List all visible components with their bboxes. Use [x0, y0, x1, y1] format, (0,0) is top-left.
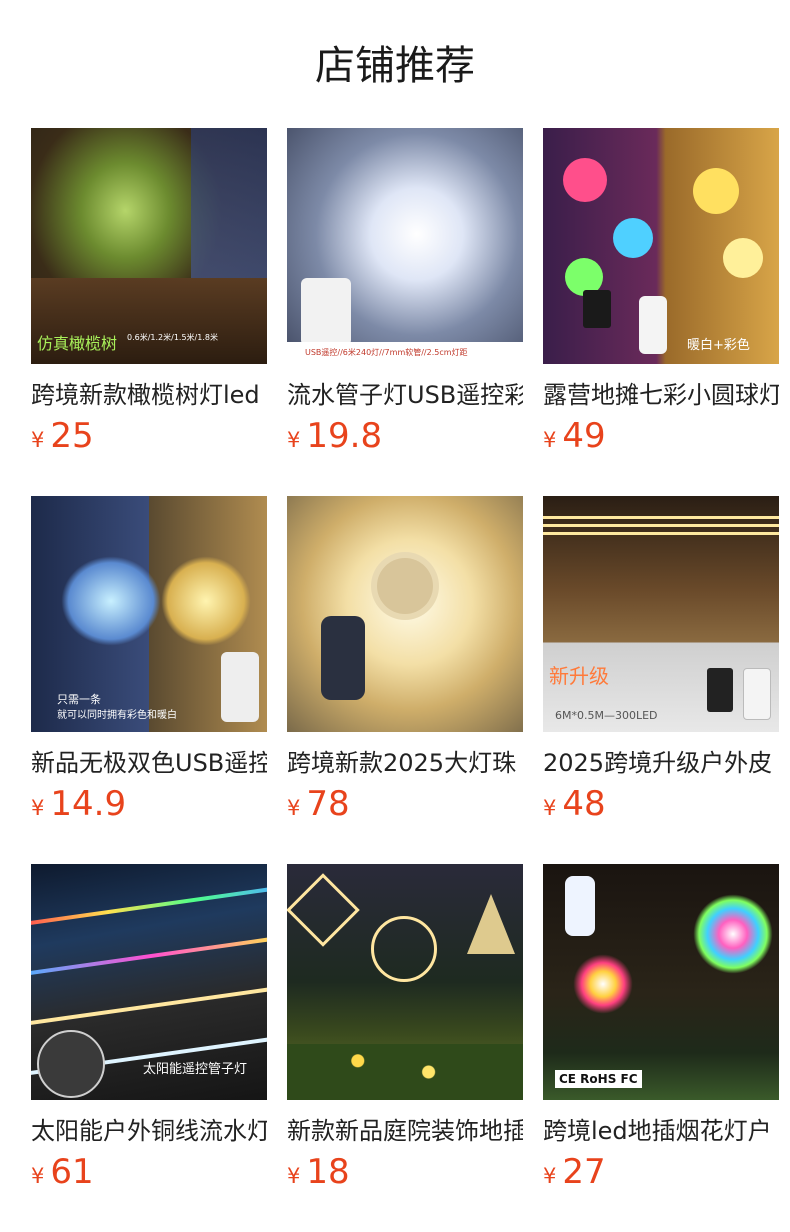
- product-name[interactable]: 跨境新款2025大灯珠: [287, 746, 523, 780]
- currency-symbol: ¥: [31, 1164, 45, 1188]
- product-image[interactable]: CE RoHS FC: [543, 864, 779, 1100]
- product-card[interactable]: 仿真橄榄树 0.6米/1.2米/1.5米/1.8米 跨境新款橄榄树灯led ¥2…: [31, 128, 267, 456]
- price-value: 61: [50, 1152, 94, 1192]
- product-card[interactable]: 太阳能遥控管子灯 太阳能户外铜线流水灯 ¥61: [31, 864, 267, 1192]
- product-image[interactable]: 暖白+彩色: [543, 128, 779, 364]
- image-caption: CE RoHS FC: [555, 1070, 642, 1088]
- product-price: ¥19.8: [287, 416, 382, 462]
- image-caption: 只需一条: [57, 693, 101, 706]
- currency-symbol: ¥: [287, 796, 301, 820]
- currency-symbol: ¥: [287, 428, 301, 452]
- currency-symbol: ¥: [543, 428, 557, 452]
- currency-symbol: ¥: [31, 796, 45, 820]
- price-value: 19.8: [306, 416, 383, 456]
- product-price: ¥61: [31, 1152, 94, 1198]
- product-card[interactable]: 新款新品庭院装饰地插 ¥18: [287, 864, 523, 1192]
- product-card[interactable]: 新升级 6M*0.5M—300LED 2025跨境升级户外皮 ¥48: [543, 496, 779, 824]
- price-value: 78: [306, 784, 350, 824]
- image-subcaption: 就可以同时拥有彩色和暖白: [57, 710, 177, 721]
- price-value: 49: [562, 416, 606, 456]
- currency-symbol: ¥: [31, 428, 45, 452]
- product-name[interactable]: 跨境新款橄榄树灯led: [31, 378, 267, 412]
- page-title: 店铺推荐: [315, 43, 475, 89]
- product-name[interactable]: 跨境led地插烟花灯户: [543, 1114, 779, 1148]
- product-price: ¥78: [287, 784, 350, 830]
- image-caption: USB遥控//6米240灯//7mm软管//2.5cm灯距: [305, 348, 468, 357]
- product-price: ¥14.9: [31, 784, 126, 830]
- product-card[interactable]: 暖白+彩色 露营地摊七彩小圆球灯 ¥49: [543, 128, 779, 456]
- product-image[interactable]: USB遥控//6米240灯//7mm软管//2.5cm灯距: [287, 128, 523, 364]
- price-value: 48: [562, 784, 606, 824]
- image-subcaption: 6M*0.5M—300LED: [555, 709, 658, 722]
- image-caption: 暖白+彩色: [687, 338, 750, 353]
- image-caption: 仿真橄榄树: [37, 334, 118, 353]
- product-image[interactable]: 仿真橄榄树 0.6米/1.2米/1.5米/1.8米: [31, 128, 267, 364]
- price-value: 18: [306, 1152, 350, 1192]
- product-image[interactable]: 只需一条 就可以同时拥有彩色和暖白: [31, 496, 267, 732]
- product-card[interactable]: USB遥控//6米240灯//7mm软管//2.5cm灯距 流水管子灯USB遥控…: [287, 128, 523, 456]
- product-name[interactable]: 2025跨境升级户外皮: [543, 746, 779, 780]
- product-price: ¥27: [543, 1152, 606, 1198]
- image-subcaption: 0.6米/1.2米/1.5米/1.8米: [127, 333, 218, 342]
- currency-symbol: ¥: [287, 1164, 301, 1188]
- store-recommendation-page: 店铺推荐 仿真橄榄树 0.6米/1.2米/1.5米/1.8米 跨境新款橄榄树灯l…: [0, 0, 790, 1232]
- product-image[interactable]: [287, 864, 523, 1100]
- product-price: ¥25: [31, 416, 94, 462]
- product-name[interactable]: 太阳能户外铜线流水灯: [31, 1114, 267, 1148]
- currency-symbol: ¥: [543, 1164, 557, 1188]
- product-card[interactable]: 只需一条 就可以同时拥有彩色和暖白 新品无极双色USB遥控 ¥14.9: [31, 496, 267, 824]
- product-price: ¥18: [287, 1152, 350, 1198]
- product-card[interactable]: CE RoHS FC 跨境led地插烟花灯户 ¥27: [543, 864, 779, 1192]
- product-price: ¥48: [543, 784, 606, 830]
- image-caption: 太阳能遥控管子灯: [143, 1062, 248, 1077]
- product-image[interactable]: [287, 496, 523, 732]
- product-name[interactable]: 新品无极双色USB遥控: [31, 746, 267, 780]
- price-value: 27: [562, 1152, 606, 1192]
- price-value: 25: [50, 416, 94, 456]
- image-caption: 新升级: [549, 664, 609, 688]
- product-name[interactable]: 露营地摊七彩小圆球灯: [543, 378, 779, 412]
- currency-symbol: ¥: [543, 796, 557, 820]
- product-name[interactable]: 新款新品庭院装饰地插: [287, 1114, 523, 1148]
- product-image[interactable]: 新升级 6M*0.5M—300LED: [543, 496, 779, 732]
- product-image[interactable]: 太阳能遥控管子灯: [31, 864, 267, 1100]
- product-price: ¥49: [543, 416, 606, 462]
- price-value: 14.9: [50, 784, 127, 824]
- product-card[interactable]: 跨境新款2025大灯珠 ¥78: [287, 496, 523, 824]
- product-name[interactable]: 流水管子灯USB遥控彩: [287, 378, 523, 412]
